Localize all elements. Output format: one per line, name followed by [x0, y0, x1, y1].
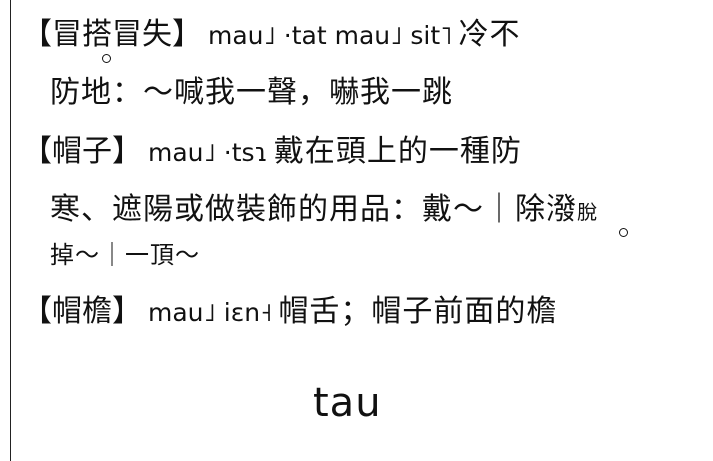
phonetic-transcription: mau˩ iɛn˧	[148, 298, 273, 327]
section-heading: tau	[313, 380, 382, 426]
entry-line: 【帽檐】 mau˩ iɛn˧ 帽舌；帽子前面的檐	[22, 297, 557, 327]
entry-line: 【帽子】 mau˩ ·tsɿ 戴在頭上的一種防	[22, 137, 522, 167]
definition: 冷不	[458, 17, 521, 52]
tone-circle-mark	[619, 228, 628, 237]
definition-continuation: 防地：～喊我一聲，嚇我一跳	[50, 75, 453, 110]
tone-circle-mark	[102, 54, 111, 63]
phonetic-transcription: mau˩ ·tsɿ	[148, 138, 268, 167]
definition: 戴在頭上的一種防	[273, 134, 522, 169]
headword: 【帽檐】	[22, 294, 142, 329]
phonetic-transcription: mau˩ ·tat mau˩ sit˥	[208, 21, 453, 50]
definition-continuation: 寒、遮陽或做裝飾的用品：戴～｜除潑脫	[50, 195, 598, 225]
entry-line: 【冒搭冒失】 mau˩ ·tat mau˩ sit˥ 冷不	[22, 20, 521, 50]
left-margin-rule	[10, 0, 11, 461]
definition: 帽舌；帽子前面的檐	[278, 294, 558, 329]
definition-continuation: 掉～｜一頂～	[50, 241, 200, 269]
small-annotation: 脫	[577, 200, 598, 224]
headword: 【冒搭冒失】	[22, 17, 202, 52]
definition-text: 寒、遮陽或做裝飾的用品：戴～｜除潑	[50, 192, 577, 227]
headword: 【帽子】	[22, 134, 142, 169]
